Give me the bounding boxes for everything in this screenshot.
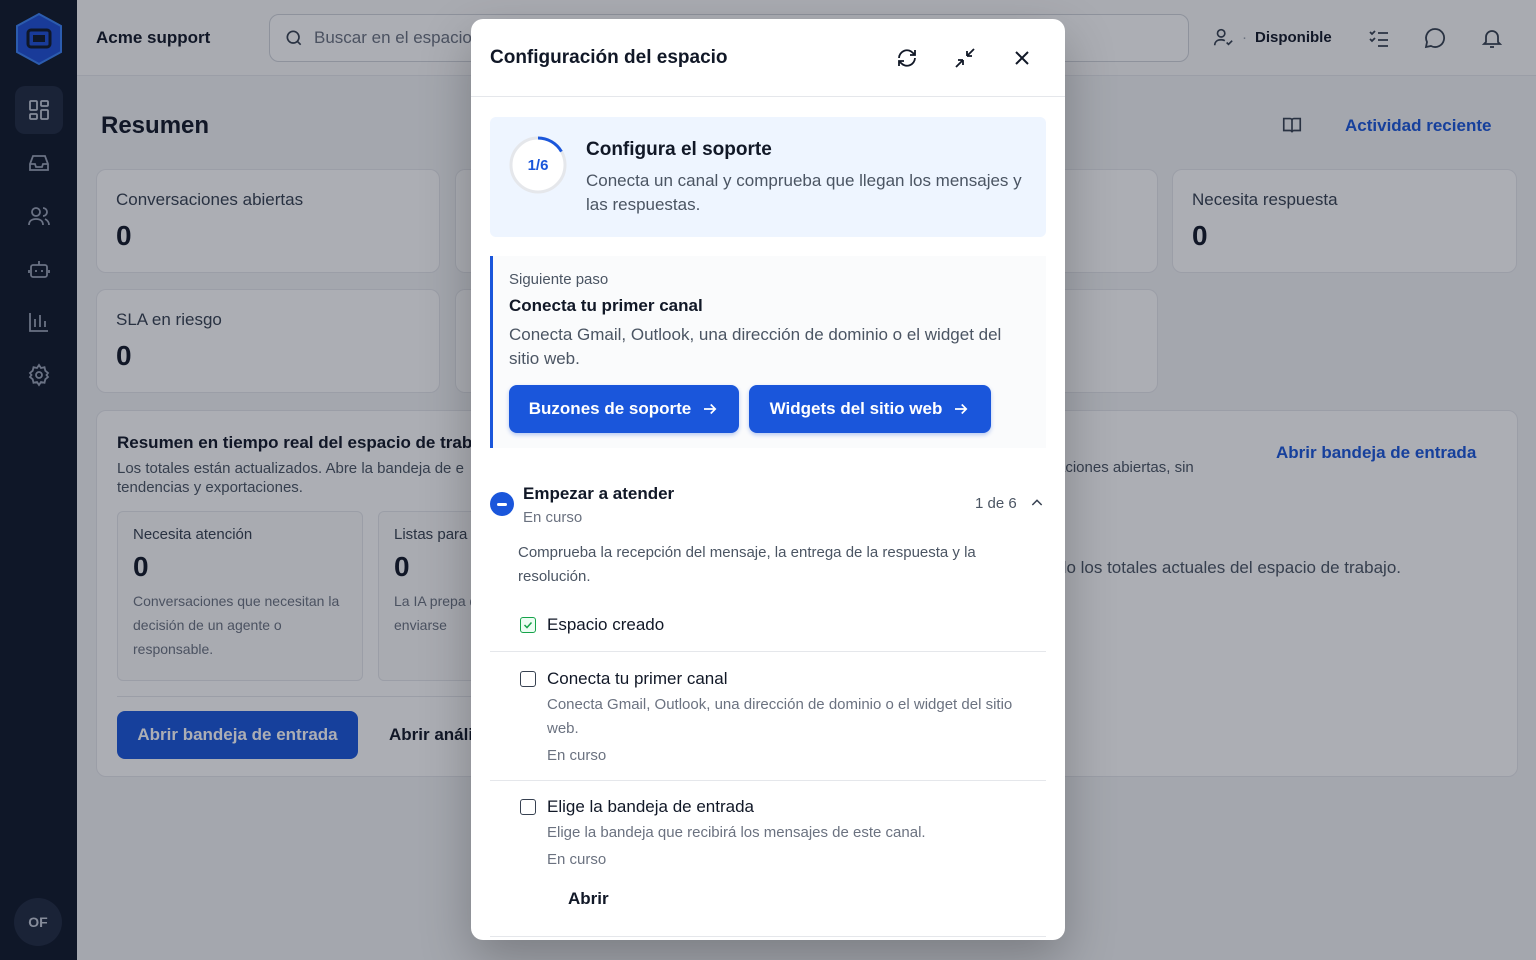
section-count: 1 de 6 xyxy=(975,495,1017,512)
minimize-icon[interactable] xyxy=(953,46,977,70)
divider xyxy=(490,780,1046,781)
divider xyxy=(490,651,1046,652)
task-checkbox-done[interactable] xyxy=(520,617,536,633)
button-label: Widgets del sitio web xyxy=(769,399,943,418)
chevron-up-icon[interactable] xyxy=(1029,495,1045,511)
task-title: Elige la bandeja de entrada xyxy=(547,797,754,816)
task-checkbox[interactable] xyxy=(520,671,536,687)
task-title: Conecta tu primer canal xyxy=(547,669,728,688)
next-step-description: Conecta Gmail, Outlook, una dirección de… xyxy=(509,325,1002,368)
button-label: Buzones de soporte xyxy=(528,399,692,418)
setup-modal: Configuración del espacio 1/6 Configura … xyxy=(471,19,1065,940)
task-description: Conecta Gmail, Outlook, una dirección de… xyxy=(547,696,1013,737)
close-icon[interactable] xyxy=(1010,46,1034,70)
website-widgets-button[interactable]: Widgets del sitio web xyxy=(749,385,991,433)
support-mailboxes-button[interactable]: Buzones de soporte xyxy=(509,385,739,433)
hero-title: Configura el soporte xyxy=(586,139,772,160)
progress-label: 1/6 xyxy=(527,156,549,174)
modal-header: Configuración del espacio xyxy=(471,19,1065,97)
arrow-right-icon xyxy=(955,403,968,415)
task-status: En curso xyxy=(547,747,607,764)
arrow-right-icon xyxy=(704,403,717,415)
section-status: En curso xyxy=(523,509,583,526)
section-description: Comprueba la recepción del mensaje, la e… xyxy=(518,544,976,585)
next-step-title: Conecta tu primer canal xyxy=(509,296,703,315)
task-description: Elige la bandeja que recibirá los mensaj… xyxy=(547,824,926,841)
modal-title: Configuración del espacio xyxy=(490,47,728,68)
task-status: En curso xyxy=(547,851,607,868)
hero-description: Conecta un canal y comprueba que llegan … xyxy=(586,171,1022,214)
section-title[interactable]: Empezar a atender xyxy=(523,484,674,504)
task-title: Espacio creado xyxy=(547,615,665,634)
divider xyxy=(490,936,1046,937)
next-step-card: Siguiente paso Conecta tu primer canal C… xyxy=(490,256,1046,448)
next-step-kicker: Siguiente paso xyxy=(509,271,609,288)
open-task-button[interactable]: Abrir xyxy=(568,889,609,909)
setup-hero: 1/6 Configura el soporte Conecta un cana… xyxy=(490,117,1046,237)
check-icon xyxy=(523,621,533,629)
task-checkbox[interactable] xyxy=(520,799,536,815)
section-collapse-icon[interactable] xyxy=(490,492,514,516)
refresh-icon[interactable] xyxy=(895,46,919,70)
